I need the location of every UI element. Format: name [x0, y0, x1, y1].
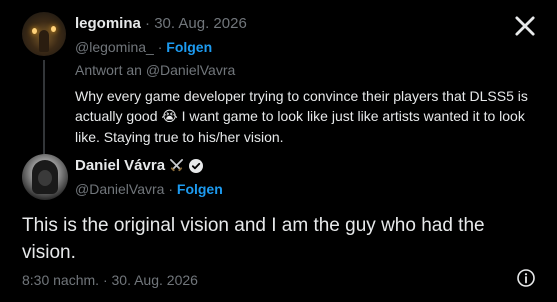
avatar-torch-right: [51, 26, 56, 32]
reply-text: Why every game developer trying to convi…: [75, 86, 535, 147]
reply-author-avatar[interactable]: [22, 12, 66, 56]
info-icon: [517, 269, 535, 287]
info-button[interactable]: [516, 268, 536, 288]
main-author-name[interactable]: Daniel Vávra: [75, 157, 165, 174]
reply-follow-separator: ·: [157, 39, 163, 55]
reply-to-handle[interactable]: @DanielVavra: [146, 62, 235, 78]
main-subheader: @DanielVavra · Folgen: [75, 181, 223, 197]
close-x-icon: [515, 16, 535, 36]
main-author-handle[interactable]: @DanielVavra: [75, 181, 164, 197]
reply-follow-button[interactable]: Folgen: [166, 39, 212, 55]
avatar-face: [38, 170, 52, 186]
main-header: Daniel Vávra: [75, 157, 204, 174]
reply-subheader: @legomina_ · Folgen: [75, 39, 212, 55]
reply-header: legomina · 30. Aug. 2026: [75, 15, 247, 32]
main-tweet-text: This is the original vision and I am the…: [22, 215, 485, 263]
main-follow-separator: ·: [168, 181, 173, 197]
crossed-swords-icon: [170, 159, 184, 172]
tweet-meta-separator: ·: [102, 272, 108, 288]
tweet-date[interactable]: 30. Aug. 2026: [112, 272, 198, 288]
main-follow-button[interactable]: Folgen: [177, 181, 223, 197]
reply-date[interactable]: 30. Aug. 2026: [154, 15, 247, 32]
verified-badge-icon[interactable]: [188, 158, 204, 174]
avatar-figure: [39, 30, 49, 52]
close-button[interactable]: [511, 12, 539, 40]
main-author-avatar[interactable]: [22, 154, 68, 200]
crying-face-emoji: 😭: [161, 109, 178, 125]
reply-to-prefix: Antwort an: [75, 62, 142, 78]
tweet-time[interactable]: 8:30 nachm.: [22, 272, 99, 288]
tweet-meta: 8:30 nachm. · 30. Aug. 2026: [22, 272, 198, 288]
avatar-torch-left: [32, 28, 37, 34]
reply-separator: ·: [145, 15, 151, 32]
reply-to-line: Antwort an @DanielVavra: [75, 62, 235, 78]
reply-author-handle[interactable]: @legomina_: [75, 39, 154, 55]
reply-author-name[interactable]: legomina: [75, 15, 141, 32]
